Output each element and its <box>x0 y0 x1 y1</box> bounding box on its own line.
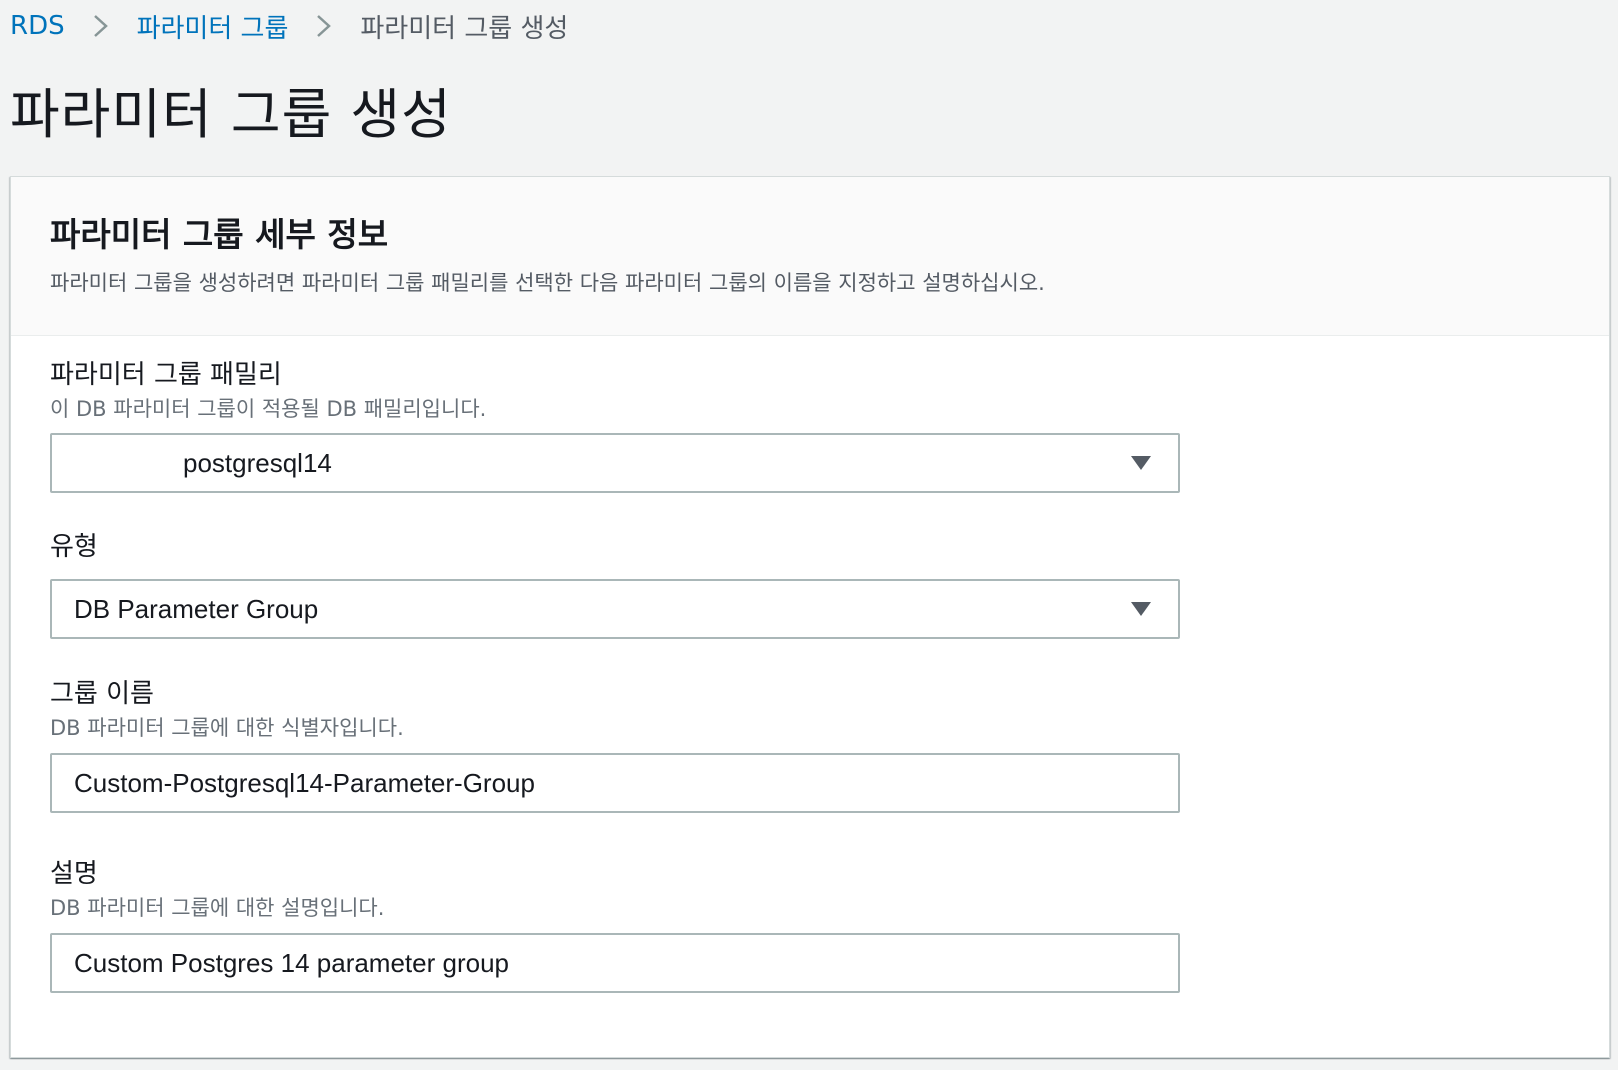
type-label: 유형 <box>50 532 98 562</box>
description-label: 설명 <box>50 859 98 889</box>
family-select[interactable]: postgresql14 <box>50 433 1180 493</box>
family-description: 이 DB 파라미터 그룹이 적용될 DB 패밀리입니다. <box>50 397 487 422</box>
description-input[interactable]: Custom Postgres 14 parameter group <box>50 933 1180 993</box>
panel-description: 파라미터 그룹을 생성하려면 파라미터 그룹 패밀리를 선택한 다음 파라미터 … <box>50 270 1045 295</box>
breadcrumb-rds-link[interactable]: RDS <box>10 11 65 41</box>
type-select-value: DB Parameter Group <box>74 593 319 624</box>
description-description: DB 파라미터 그룹에 대한 설명입니다. <box>50 896 385 921</box>
page-title: 파라미터 그룹 생성 <box>10 83 452 146</box>
panel-header: 파라미터 그룹 세부 정보 파라미터 그룹을 생성하려면 파라미터 그룹 패밀리… <box>11 177 1609 336</box>
family-label: 파라미터 그룹 패밀리 <box>50 360 282 390</box>
chevron-right-icon <box>314 13 334 39</box>
breadcrumb: RDS 파라미터 그룹 파라미터 그룹 생성 <box>10 6 568 46</box>
caret-down-icon <box>1130 455 1152 471</box>
type-field: 유형 DB Parameter Group <box>50 532 1180 639</box>
breadcrumb-current: 파라미터 그룹 생성 <box>360 13 569 44</box>
chevron-right-icon <box>91 13 111 39</box>
type-select[interactable]: DB Parameter Group <box>50 579 1180 639</box>
caret-down-icon <box>1130 601 1152 617</box>
breadcrumb-parameter-groups-link[interactable]: 파라미터 그룹 <box>137 8 289 45</box>
group-name-field: 그룹 이름 DB 파라미터 그룹에 대한 식별자입니다. Custom-Post… <box>50 679 1180 813</box>
family-field: 파라미터 그룹 패밀리 이 DB 파라미터 그룹이 적용될 DB 패밀리입니다.… <box>50 360 1180 493</box>
group-name-description: DB 파라미터 그룹에 대한 식별자입니다. <box>50 716 404 741</box>
group-name-input[interactable]: Custom-Postgresql14-Parameter-Group <box>50 753 1180 813</box>
description-field: 설명 DB 파라미터 그룹에 대한 설명입니다. Custom Postgres… <box>50 859 1180 993</box>
group-name-label: 그룹 이름 <box>50 679 154 709</box>
parameter-group-details-panel: 파라미터 그룹 세부 정보 파라미터 그룹을 생성하려면 파라미터 그룹 패밀리… <box>10 176 1610 1058</box>
family-select-value: postgresql14 <box>183 447 332 478</box>
panel-title: 파라미터 그룹 세부 정보 <box>50 215 389 254</box>
